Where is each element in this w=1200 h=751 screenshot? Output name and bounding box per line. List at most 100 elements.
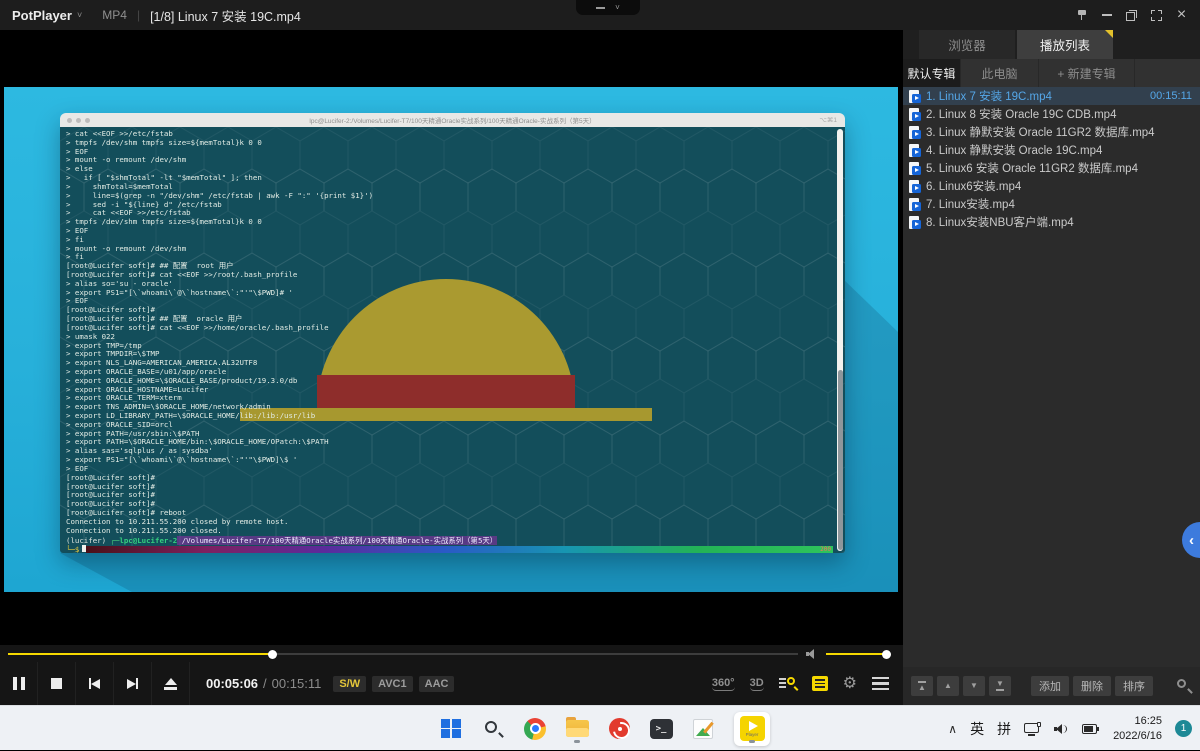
playlist-item[interactable]: 4. Linux 静默安装 Oracle 19C.mp4	[903, 141, 1200, 159]
pause-button[interactable]	[0, 662, 38, 705]
restore-button[interactable]	[1119, 0, 1144, 30]
tray-date: 2022/6/16	[1113, 729, 1162, 743]
chrome-button[interactable]	[522, 714, 548, 744]
audio-codec-badge[interactable]: AAC	[419, 676, 455, 692]
terminal-prompt-line: (lucifer) ┌─lpc@Lucifer-2 /Volumes/Lucif…	[66, 536, 497, 545]
terminal-shortcut-label: ⌥⌘1	[819, 116, 837, 124]
stop-button[interactable]	[38, 662, 76, 705]
volume-icon[interactable]	[806, 649, 819, 659]
codec-badges: S/W AVC1 AAC	[333, 676, 454, 692]
playlist-item[interactable]: 1. Linux 7 安装 19C.mp4 00:15:11	[903, 87, 1200, 105]
chrome-icon	[524, 718, 546, 740]
fullscreen-button[interactable]	[1144, 0, 1169, 30]
speaker-icon[interactable]	[1054, 723, 1069, 735]
render-mode-badge[interactable]: S/W	[333, 676, 366, 692]
scrollbar-thumb[interactable]	[838, 370, 843, 550]
prompt-user: lpc@Lucifer-2	[119, 536, 177, 545]
pin-button[interactable]	[1069, 0, 1094, 30]
media-title: [1/8] Linux 7 安装 19C.mp4	[150, 6, 301, 25]
video-file-icon	[909, 162, 921, 175]
move-down-button[interactable]: ▼	[963, 676, 985, 696]
start-button[interactable]	[438, 714, 464, 744]
terminal-window: lpc@Lucifer-2:/Volumes/Lucifer-T7/100天精通…	[60, 113, 845, 553]
sort-button[interactable]: 排序	[1115, 676, 1153, 696]
tab-browser[interactable]: 浏览器	[919, 30, 1015, 59]
volume-slider[interactable]	[826, 653, 886, 655]
network-display-icon[interactable]	[1024, 722, 1041, 736]
top-center-handle[interactable]: ˅	[576, 0, 640, 15]
album-this-pc[interactable]: 此电脑	[961, 59, 1039, 87]
app-name[interactable]: PotPlayer	[12, 8, 72, 23]
terminal-prompt-tail: └─$	[66, 545, 86, 553]
add-button[interactable]: 添加	[1031, 676, 1069, 696]
playlist-item[interactable]: 6. Linux6安装.mp4	[903, 177, 1200, 195]
terminal-scrollbar[interactable]	[837, 129, 843, 551]
notch-chevron-icon[interactable]: ˅	[615, 4, 620, 12]
playlist-item[interactable]: 2. Linux 8 安装 Oracle 19C CDB.mp4	[903, 105, 1200, 123]
battery-icon[interactable]	[1082, 724, 1100, 734]
playlist-item-label: 7. Linux安装.mp4	[926, 196, 1187, 212]
eject-button[interactable]	[152, 662, 190, 705]
playlist-items: 1. Linux 7 安装 19C.mp4 00:15:11 2. Linux …	[903, 87, 1200, 667]
terminal-app-button[interactable]: >_	[648, 714, 674, 744]
seek-bar[interactable]	[8, 653, 798, 655]
transport-buttons-row: 00:05:06 / 00:15:11 S/W AVC1 AAC 360° 3D…	[0, 662, 903, 705]
playlist-item[interactable]: 5. Linux6 安装 Oracle 11GR2 数据库.mp4	[903, 159, 1200, 177]
video-file-icon	[909, 90, 921, 103]
app-menu-chevron-icon[interactable]: ˅	[77, 10, 82, 20]
potplayer-taskbar-button[interactable]: Player	[732, 714, 772, 744]
next-icon	[127, 678, 138, 689]
taskbar-search-button[interactable]	[480, 714, 506, 744]
next-button[interactable]	[114, 662, 152, 705]
playlist-footer: ▲ ▲ ▼ ▼ 添加 删除 排序	[903, 667, 1200, 705]
album-default[interactable]: 默认专辑	[903, 59, 961, 87]
tab-playlist[interactable]: 播放列表	[1017, 30, 1113, 59]
restore-icon	[1126, 10, 1137, 21]
video-codec-badge[interactable]: AVC1	[372, 676, 413, 692]
terminal-titlebar: lpc@Lucifer-2:/Volumes/Lucifer-T7/100天精通…	[60, 113, 845, 127]
file-explorer-button[interactable]	[564, 714, 590, 744]
delete-button[interactable]: 删除	[1073, 676, 1111, 696]
minimize-button[interactable]	[1094, 0, 1119, 30]
move-top-button[interactable]: ▲	[911, 676, 933, 696]
ime-language-indicator[interactable]: 英	[970, 719, 984, 739]
settings-button[interactable]: ⚙	[843, 676, 857, 692]
playlist-panel: 浏览器 播放列表 默认专辑 此电脑 + 新建专辑 1. Linux 7 安装 1…	[903, 30, 1200, 705]
snail-icon	[609, 718, 630, 739]
volume-progress	[826, 653, 886, 655]
tray-expand-chevron[interactable]: ∧	[948, 722, 957, 736]
prompt-status-code: 200	[820, 546, 833, 553]
3d-button[interactable]: 3D	[750, 677, 764, 691]
clock[interactable]: 16:25 2022/6/16	[1113, 714, 1162, 743]
main-menu-button[interactable]	[872, 677, 889, 691]
ime-mode-indicator[interactable]: 拼	[997, 719, 1011, 739]
playlist-item[interactable]: 8. Linux安装NBU客户端.mp4	[903, 213, 1200, 231]
notch-minimize-icon[interactable]	[596, 7, 605, 9]
previous-button[interactable]	[76, 662, 114, 705]
volume-thumb[interactable]	[882, 650, 891, 659]
video-file-icon	[909, 216, 921, 229]
image-editor-button[interactable]	[690, 714, 716, 744]
terminal-icon: >_	[650, 719, 673, 739]
playlist-toggle-button[interactable]	[812, 676, 828, 691]
seek-progress	[8, 653, 273, 655]
search-scene-button[interactable]	[779, 676, 797, 691]
playlist-item[interactable]: 3. Linux 静默安装 Oracle 11GR2 数据库.mp4	[903, 123, 1200, 141]
seek-thumb[interactable]	[268, 650, 277, 659]
taskbar-center-icons: >_ Player	[438, 706, 772, 751]
playlist-item[interactable]: 7. Linux安装.mp4	[903, 195, 1200, 213]
video-display-area[interactable]: lpc@Lucifer-2:/Volumes/Lucifer-T7/100天精通…	[0, 30, 903, 645]
terminal-body: > cat <<EOF >>/etc/fstab > tmpfs /dev/sh…	[60, 127, 845, 553]
playlist-search-button[interactable]	[1176, 678, 1192, 694]
move-bottom-button[interactable]: ▼	[989, 676, 1011, 696]
windows-logo-icon	[441, 719, 461, 739]
player-control-bar: 00:05:06 / 00:15:11 S/W AVC1 AAC 360° 3D…	[0, 645, 903, 705]
vr-360-button[interactable]: 360°	[712, 677, 735, 691]
move-up-button[interactable]: ▲	[937, 676, 959, 696]
video-file-icon	[909, 144, 921, 157]
snail-app-button[interactable]	[606, 714, 632, 744]
album-new[interactable]: + 新建专辑	[1039, 59, 1135, 87]
close-button[interactable]: ×	[1169, 0, 1194, 30]
notification-badge[interactable]: 1	[1175, 720, 1192, 737]
media-format-label: MP4	[102, 8, 127, 22]
